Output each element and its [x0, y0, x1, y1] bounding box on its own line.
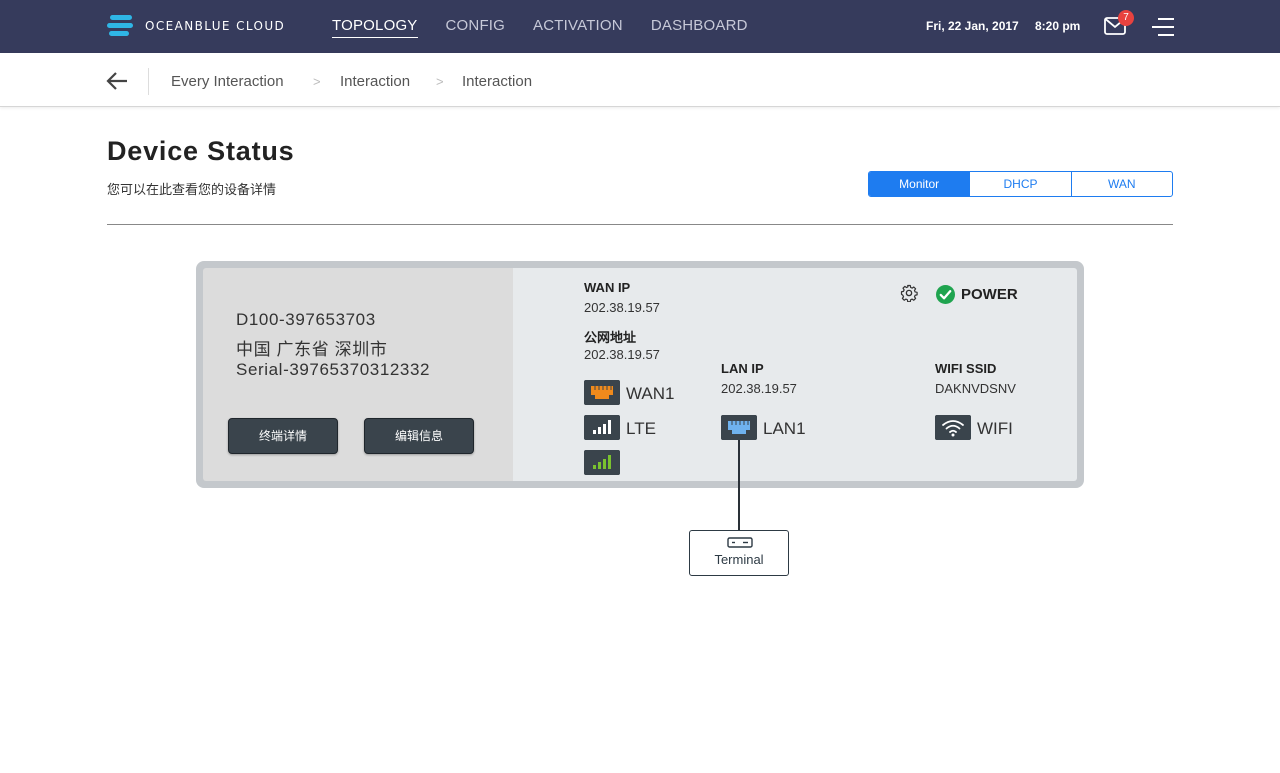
nav-activation[interactable]: ACTIVATION — [533, 17, 623, 38]
power-status-label: POWER — [961, 286, 1018, 303]
top-navigation-bar: OCEANBLUE CLOUD TOPOLOGY CONFIG ACTIVATI… — [0, 0, 1280, 53]
wifi-icon[interactable] — [935, 415, 971, 440]
lan1-label: LAN1 — [763, 419, 806, 438]
wifi-ssid-label: WIFI SSID — [935, 361, 997, 376]
brand-logo[interactable]: OCEANBLUE CLOUD — [107, 15, 285, 37]
hamburger-menu-icon[interactable] — [1152, 17, 1174, 37]
signal-strength-icon — [584, 450, 620, 475]
wan-ip-label: WAN IP — [584, 280, 631, 295]
device-card: D100-397653703 中国 广东省 深圳市 Serial-3976537… — [196, 261, 1084, 488]
nav-topology[interactable]: TOPOLOGY — [332, 17, 418, 38]
terminal-label: Terminal — [714, 552, 764, 567]
lan-ip-value: 202.38.19.57 — [721, 381, 797, 396]
back-arrow-icon[interactable] — [106, 72, 128, 90]
wan1-label: WAN1 — [626, 384, 675, 403]
nav-dashboard[interactable]: DASHBOARD — [651, 17, 748, 38]
breadcrumb: Every Interaction > Interaction > Intera… — [0, 53, 1280, 107]
terminal-node[interactable]: Terminal — [689, 530, 789, 576]
page-subtitle: 您可以在此查看您的设备详情 — [107, 182, 277, 197]
device-location: 中国 广东省 深圳市 — [236, 340, 388, 359]
tab-dhcp[interactable]: DHCP — [969, 172, 1070, 196]
wan-ip-value: 202.38.19.57 — [584, 300, 660, 315]
logo-icon — [107, 15, 133, 37]
tab-monitor[interactable]: Monitor — [869, 172, 970, 196]
brand-name: OCEANBLUE CLOUD — [145, 19, 286, 33]
settings-gear-icon[interactable] — [900, 284, 918, 302]
nav-config[interactable]: CONFIG — [446, 17, 506, 38]
public-address-label: 公网地址 — [584, 330, 637, 345]
wan-port-icon[interactable] — [584, 380, 620, 405]
main-nav: TOPOLOGY CONFIG ACTIVATION DASHBOARD — [332, 17, 776, 38]
tab-wan[interactable]: WAN — [1070, 172, 1172, 196]
chevron-right-icon: > — [436, 74, 444, 89]
current-time: 8:20 pm — [1035, 19, 1081, 33]
wifi-label: WIFI — [977, 419, 1013, 438]
chevron-right-icon: > — [313, 74, 321, 89]
lan-ip-label: LAN IP — [721, 361, 764, 376]
page-title: Device Status — [107, 136, 295, 166]
terminal-device-icon — [727, 537, 753, 548]
current-date: Fri, 22 Jan, 2017 — [926, 19, 1019, 33]
device-serial: Serial-39765370312332 — [236, 360, 431, 379]
header-divider — [107, 224, 1173, 225]
view-tabs: Monitor DHCP WAN — [868, 171, 1173, 197]
device-info-panel: D100-397653703 中国 广东省 深圳市 Serial-3976537… — [203, 268, 513, 481]
device-id: D100-397653703 — [236, 310, 376, 329]
breadcrumb-item-current[interactable]: Interaction — [462, 73, 532, 90]
lan-connection-line — [738, 440, 740, 531]
power-ok-check-icon — [936, 285, 955, 304]
terminal-details-button[interactable]: 终端详情 — [228, 418, 338, 454]
wifi-ssid-value: DAKNVDSNV — [935, 381, 1016, 396]
mail-count-badge: 7 — [1118, 10, 1134, 26]
breadcrumb-divider — [148, 68, 149, 95]
lan-port-icon[interactable] — [721, 415, 757, 440]
device-status-panel: WAN IP 202.38.19.57 公网地址 202.38.19.57 WA… — [513, 268, 1077, 481]
lte-label: LTE — [626, 419, 656, 438]
lte-signal-icon[interactable] — [584, 415, 620, 440]
edit-info-button[interactable]: 编辑信息 — [364, 418, 474, 454]
breadcrumb-item-every-interaction[interactable]: Every Interaction — [171, 73, 284, 90]
public-address-value: 202.38.19.57 — [584, 347, 660, 362]
breadcrumb-item-interaction[interactable]: Interaction — [340, 73, 410, 90]
